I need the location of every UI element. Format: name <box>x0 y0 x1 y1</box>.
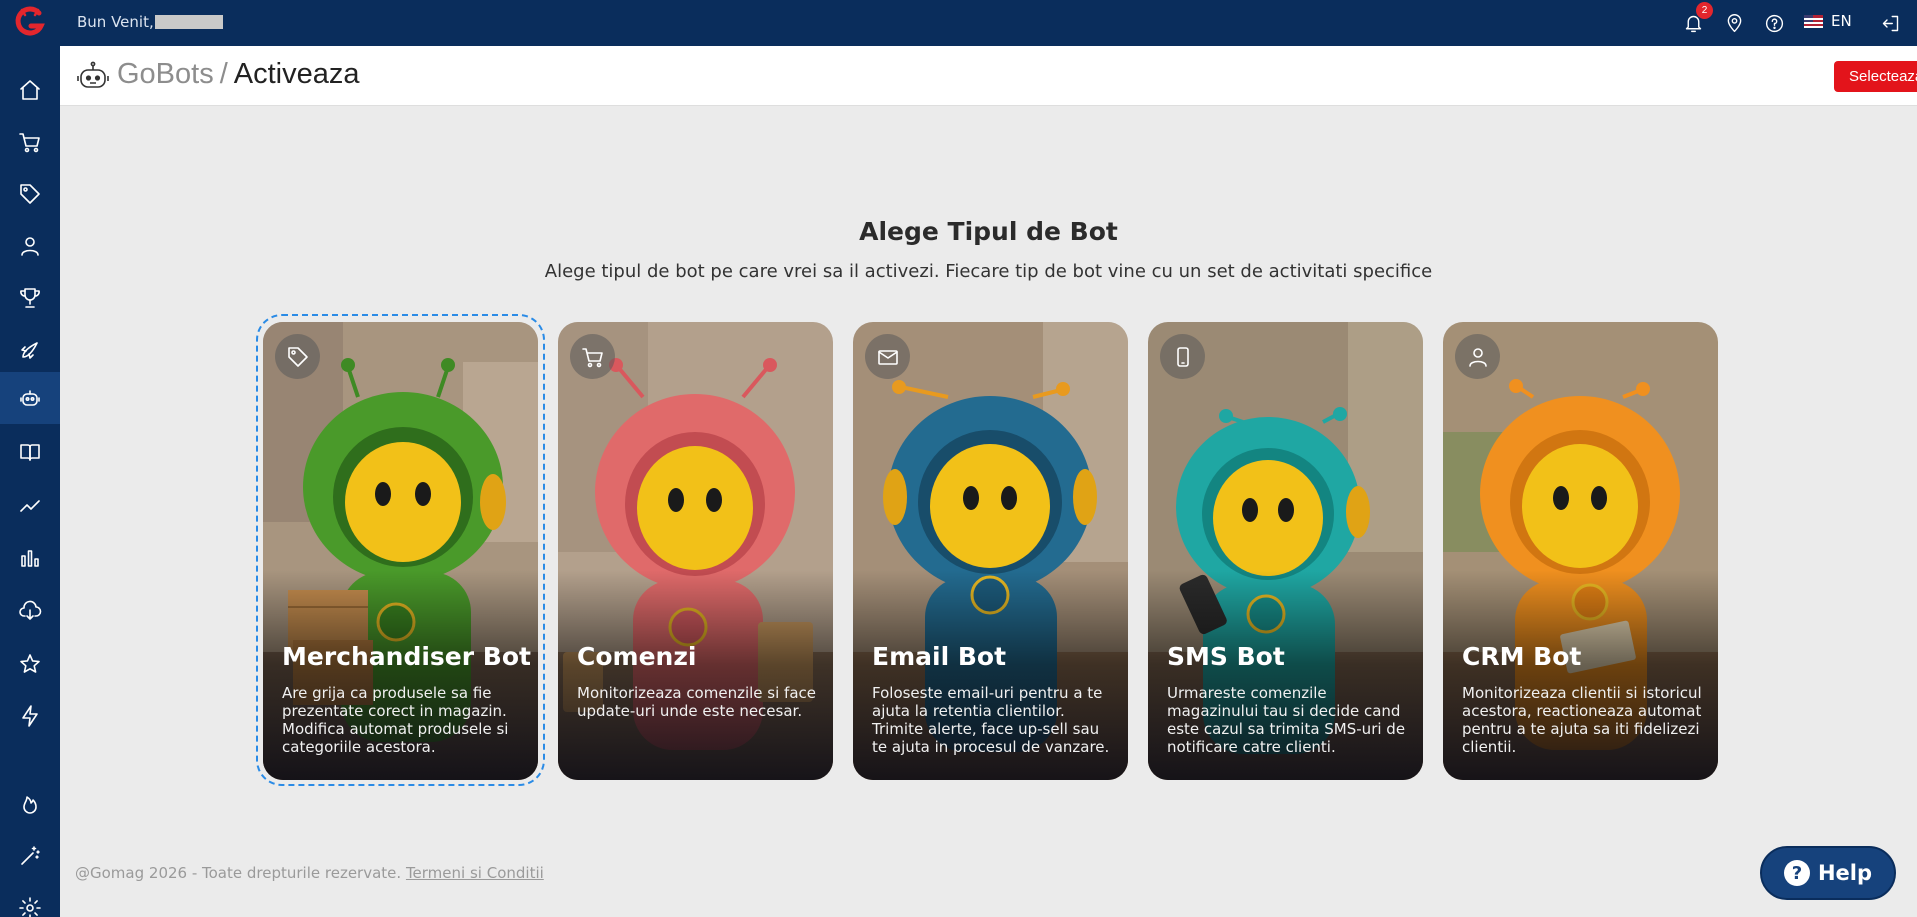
card-title: CRM Bot <box>1462 642 1582 671</box>
help-button-top[interactable] <box>1760 9 1788 37</box>
trend-icon <box>20 500 40 512</box>
tag-icon <box>20 184 40 204</box>
robot-icon <box>20 390 40 406</box>
robot-icon <box>76 60 110 92</box>
sidebar-item-home[interactable] <box>0 64 60 116</box>
bot-card-orders[interactable]: Comenzi Monitorizeaza comenzile si face … <box>558 322 833 780</box>
card-description: Foloseste email-uri pentru a te ajuta la… <box>872 684 1110 756</box>
bar-chart-icon <box>21 550 39 567</box>
user-name-redacted <box>154 15 223 29</box>
help-button[interactable]: ? Help <box>1760 846 1896 900</box>
location-button[interactable] <box>1720 9 1748 37</box>
help-label: Help <box>1817 861 1873 885</box>
logout-button[interactable] <box>1876 9 1904 37</box>
breadcrumb: GoBots / Activeaza <box>117 58 360 91</box>
card-description: Urmareste comenzile magazinului tau si d… <box>1167 684 1406 756</box>
sidebar-item-orders[interactable] <box>0 116 60 168</box>
sidebar-item-automation[interactable] <box>0 690 60 742</box>
tag-icon <box>275 334 320 379</box>
language-selector[interactable]: EN <box>1804 12 1852 30</box>
star-icon <box>20 654 40 673</box>
book-icon <box>20 444 40 461</box>
sidebar <box>0 0 60 917</box>
page-subtitle: Alege tipul de bot pe care vrei sa il ac… <box>544 261 1433 282</box>
uk-flag-icon <box>1804 14 1823 28</box>
bot-card-merchandiser[interactable]: Merchandiser Bot Are grija ca produsele … <box>263 322 538 780</box>
card-description: Monitorizeaza clientii si istoricul aces… <box>1462 684 1702 756</box>
rocket-icon <box>21 342 38 359</box>
card-description: Are grija ca produsele sa fie prezentate… <box>282 684 509 756</box>
sidebar-item-reports[interactable] <box>0 532 60 584</box>
envelope-icon <box>865 334 910 379</box>
logout-icon <box>1882 15 1898 31</box>
topbar: Bun Venit, 2 EN <box>60 0 1917 46</box>
home-icon <box>20 80 40 100</box>
magic-wand-icon <box>21 846 40 865</box>
question-icon: ? <box>1783 860 1810 886</box>
sidebar-item-customers[interactable] <box>0 220 60 272</box>
breadcrumb-parent[interactable]: GoBots <box>117 58 214 90</box>
cloud-download-icon <box>19 600 42 620</box>
page-header: GoBots/Activeaza Selecteaza Bot <box>60 46 1917 106</box>
bot-card-crm[interactable]: CRM Bot Monitorizeaza clientii si istori… <box>1443 322 1718 780</box>
breadcrumb-separator: / <box>219 58 228 90</box>
sidebar-item-favorites[interactable] <box>0 638 60 690</box>
language-label: EN <box>1831 12 1852 30</box>
user-icon <box>1455 334 1500 379</box>
lightning-icon <box>22 705 38 727</box>
bot-card-sms[interactable]: SMS Bot Urmareste comenzile magazinului … <box>1148 322 1423 780</box>
select-bot-button[interactable]: Selecteaza Bot <box>1834 61 1917 92</box>
breadcrumb-current: Activeaza <box>233 58 360 90</box>
terms-link[interactable]: Termeni si Conditii <box>406 864 544 882</box>
customers-icon <box>21 237 39 256</box>
card-title: SMS Bot <box>1167 642 1285 671</box>
settings-icon <box>19 897 41 917</box>
sidebar-item-products[interactable] <box>0 168 60 220</box>
sidebar-item-hot[interactable] <box>0 778 60 830</box>
card-title: Merchandiser Bot <box>282 642 531 671</box>
help-circle-icon <box>1765 14 1783 32</box>
card-shade <box>558 570 833 780</box>
cart-icon <box>570 334 615 379</box>
sidebar-item-settings[interactable] <box>0 882 60 917</box>
cart-icon <box>19 133 40 153</box>
trophy-icon <box>20 288 40 308</box>
sidebar-item-tools[interactable] <box>0 830 60 882</box>
greeting-text: Bun Venit, <box>77 13 154 31</box>
sidebar-item-marketing[interactable] <box>0 324 60 376</box>
bot-card-email[interactable]: Email Bot Foloseste email-uri pentru a t… <box>853 322 1128 780</box>
notifications-badge: 2 <box>1696 2 1713 19</box>
copyright-text: @Gomag 2026 - Toate drepturile rezervate… <box>75 864 402 882</box>
page-title: Alege Tipul de Bot <box>859 217 1118 246</box>
card-title: Email Bot <box>872 642 1007 671</box>
card-title: Comenzi <box>577 642 697 671</box>
sidebar-item-import[interactable] <box>0 585 60 637</box>
sidebar-item-gobots[interactable] <box>0 372 60 424</box>
sidebar-item-loyalty[interactable] <box>0 272 60 324</box>
phone-icon <box>1160 334 1205 379</box>
footer: @Gomag 2026 - Toate drepturile rezervate… <box>75 864 544 882</box>
notifications-button[interactable]: 2 <box>1679 2 1713 37</box>
sidebar-item-content[interactable] <box>0 426 60 478</box>
location-pin-icon <box>1727 13 1741 32</box>
gomag-logo[interactable] <box>0 0 60 46</box>
greeting: Bun Venit, <box>77 13 223 31</box>
sidebar-item-trends[interactable] <box>0 480 60 532</box>
flame-icon <box>23 796 37 814</box>
card-description: Monitorizeaza comenzile si face update-u… <box>577 684 816 720</box>
